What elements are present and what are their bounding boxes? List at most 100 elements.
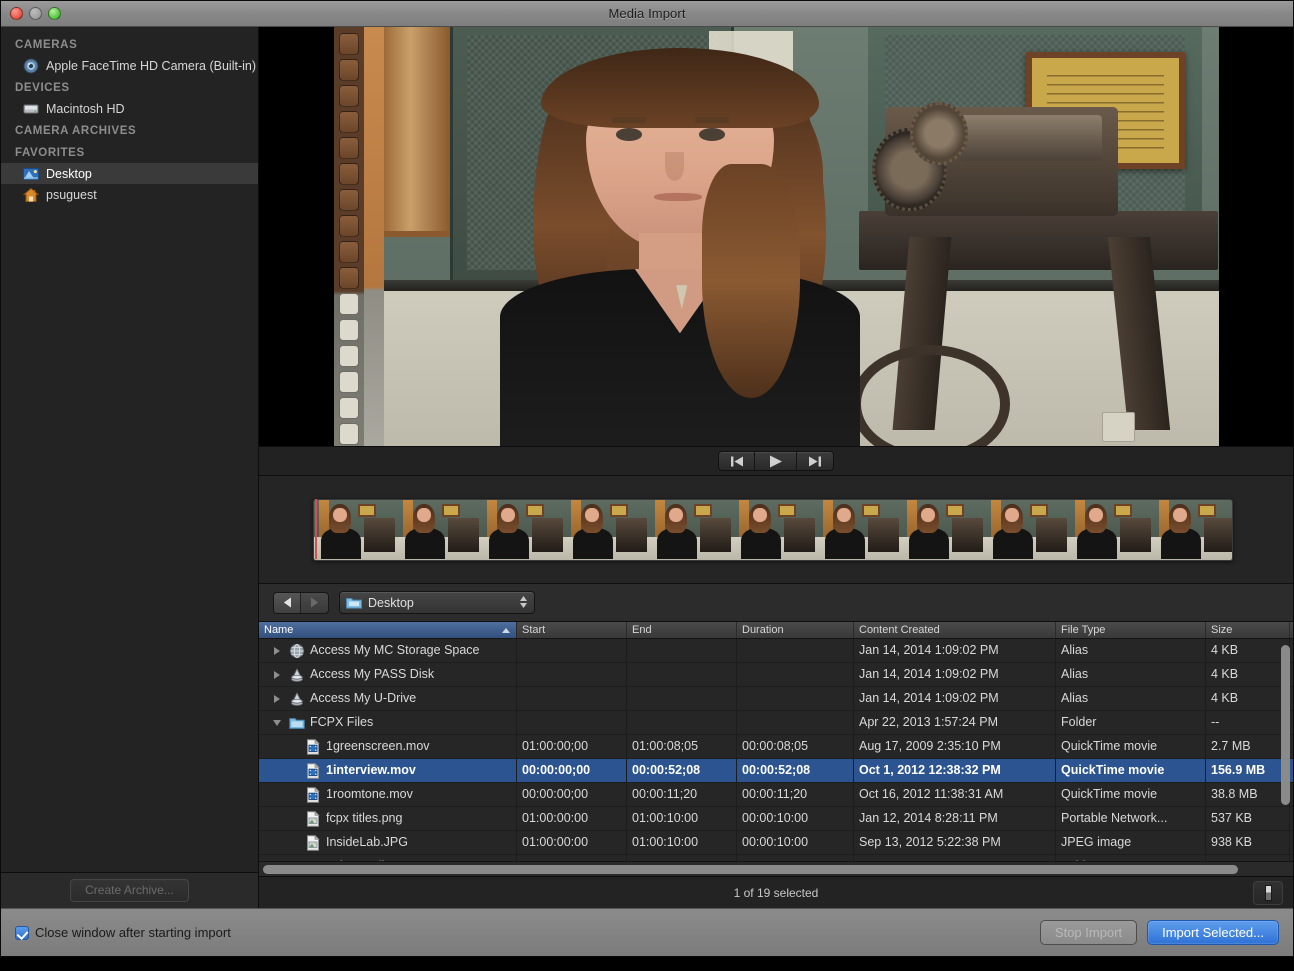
filmstrip-thumbnail[interactable] <box>1154 499 1232 560</box>
column-header-start[interactable]: Start <box>517 622 627 638</box>
filmstrip-thumbnail[interactable] <box>986 499 1070 560</box>
cell-size: 537 KB <box>1206 806 1290 831</box>
content-area: Desktop Name Start End Duration Content Crea… <box>259 27 1293 908</box>
column-header-name[interactable]: Name <box>259 622 517 638</box>
column-header-created[interactable]: Content Created <box>854 622 1056 638</box>
image-file-icon <box>307 834 320 851</box>
film-sprocket-hole <box>338 423 359 445</box>
sidebar-section-header: DEVICES <box>15 82 70 94</box>
chevron-left-icon <box>283 597 291 608</box>
video-preview[interactable] <box>259 27 1293 446</box>
folder-popup-button[interactable]: Desktop <box>339 591 535 614</box>
title-bar: Media Import <box>1 1 1293 27</box>
film-sprocket-hole <box>338 319 359 341</box>
column-header-label: Duration <box>742 624 784 636</box>
sidebar-item-apple-facetime-hd-camera-built-in[interactable]: Apple FaceTime HD Camera (Built-in) <box>1 55 258 76</box>
cell-name: 1greenscreen.mov <box>259 734 517 759</box>
sidebar-item-macintosh-hd[interactable]: Macintosh HD <box>1 98 258 119</box>
column-header-label: Content Created <box>859 624 940 636</box>
cell-start: 01:00:00;00 <box>517 734 627 759</box>
go-to-end-button[interactable] <box>797 452 833 470</box>
cell-start <box>517 854 627 861</box>
sidebar-section-header: FAVORITES <box>15 147 85 159</box>
column-header-end[interactable]: End <box>627 622 737 638</box>
stop-import-button[interactable]: Stop Import <box>1039 920 1138 945</box>
go-to-start-button[interactable] <box>719 452 755 470</box>
window-footer: Close window after starting import Stop … <box>1 908 1293 956</box>
filmstrip-thumbnail[interactable] <box>902 499 986 560</box>
thumbnail-size-control[interactable] <box>1253 881 1283 905</box>
table-row[interactable]: 1greenscreen.mov 01:00:00;00 01:00:08;05 00… <box>259 734 1293 759</box>
cell-end <box>627 639 737 663</box>
column-header-size[interactable]: Size <box>1206 622 1290 638</box>
chevron-right-icon <box>311 597 319 608</box>
filmstrip-thumbnail[interactable] <box>1070 499 1154 560</box>
filmstrip-thumbnail[interactable] <box>734 499 818 560</box>
cell-start: 01:00:00:00 <box>517 806 627 831</box>
column-header-type[interactable]: File Type <box>1056 622 1206 638</box>
cell-duration: 00:00:11;20 <box>737 782 854 807</box>
table-row[interactable]: 1interview.mov 00:00:00;00 00:00:52;08 00:0… <box>259 758 1293 783</box>
cell-start: 01:00:00:00 <box>517 830 627 855</box>
filmstrip-thumbnail[interactable] <box>566 499 650 560</box>
column-header-duration[interactable]: Duration <box>737 622 854 638</box>
zoom-window-button[interactable] <box>48 7 61 20</box>
filmstrip-thumbnail[interactable] <box>650 499 734 560</box>
table-header: Name Start End Duration Content Created File … <box>259 622 1293 639</box>
table-row[interactable]: FCPX Files Apr 22, 2013 1:57:24 PM Folder -… <box>259 710 1293 735</box>
table-row[interactable]: InsideLab.JPG 01:00:00:00 01:00:10:00 00:00… <box>259 830 1293 855</box>
window-body: CAMERAS Apple FaceTime HD Camera (Built-i… <box>1 27 1293 908</box>
sidebar-item-label: Desktop <box>46 166 92 181</box>
back-button[interactable] <box>274 592 301 613</box>
table-body-scroll[interactable]: Access My MC Storage Space Jan 14, 2014 1… <box>259 639 1293 861</box>
folder-icon <box>346 598 362 609</box>
forward-button[interactable] <box>301 593 328 613</box>
sidebar-item-psuguest[interactable]: psuguest <box>1 184 258 205</box>
window-controls <box>10 7 61 20</box>
clip-filmstrip-area[interactable] <box>259 476 1293 584</box>
disclosure-triangle-icon[interactable] <box>270 670 284 679</box>
cell-created: Jan 14, 2014 1:09:02 PM <box>854 662 1056 687</box>
selection-status: 1 of 19 selected <box>733 885 819 900</box>
cell-end: 01:00:08;05 <box>627 734 737 759</box>
table-row[interactable]: fcpx titles.png 01:00:00:00 01:00:10:00 00:… <box>259 806 1293 831</box>
play-button[interactable] <box>755 452 797 470</box>
cell-end <box>627 710 737 735</box>
close-window-checkbox-group[interactable]: Close window after starting import <box>15 925 231 940</box>
table-row[interactable]: 1roomtone.mov 00:00:00;00 00:00:11;20 00:00… <box>259 782 1293 807</box>
horizontal-scrollbar[interactable] <box>259 861 1293 876</box>
cell-start: 00:00:00;00 <box>517 782 627 807</box>
filmstrip-thumbnail[interactable] <box>398 499 482 560</box>
file-name-label: 1greenscreen.mov <box>326 739 430 753</box>
horizontal-scrollbar-thumb[interactable] <box>263 864 1238 874</box>
movie-file-icon <box>307 762 320 779</box>
file-name-label: Access My PASS Disk <box>310 667 435 681</box>
filmstrip-playhead[interactable] <box>315 499 317 559</box>
preview-image <box>383 27 1219 446</box>
disclosure-triangle-icon[interactable] <box>270 719 284 726</box>
cell-type: QuickTime movie <box>1056 758 1206 783</box>
clip-filmstrip[interactable] <box>313 498 1233 561</box>
cell-type: Alias <box>1056 639 1206 663</box>
cell-type: Alias <box>1056 686 1206 711</box>
cell-end: 01:00:10:00 <box>627 830 737 855</box>
filmstrip-thumbnail[interactable] <box>314 499 398 560</box>
filmstrip-thumbnail[interactable] <box>818 499 902 560</box>
table-row[interactable]: Access My MC Storage Space Jan 14, 2014 1… <box>259 639 1293 663</box>
filmstrip-thumbnail[interactable] <box>482 499 566 560</box>
disclosure-triangle-icon[interactable] <box>270 694 284 703</box>
table-row[interactable]: Access My U-Drive Jan 14, 2014 1:09:02 PM… <box>259 686 1293 711</box>
vertical-scrollbar-thumb[interactable] <box>1281 645 1290 805</box>
hard-drive-icon <box>23 104 39 113</box>
close-window-button[interactable] <box>10 7 23 20</box>
table-row[interactable]: Access My PASS Disk Jan 14, 2014 1:09:02 … <box>259 662 1293 687</box>
close-window-checkbox[interactable] <box>15 925 29 940</box>
minimize-window-button[interactable] <box>29 7 42 20</box>
sidebar-item-desktop[interactable]: Desktop <box>1 163 258 184</box>
disclosure-triangle-icon[interactable] <box>270 646 284 655</box>
column-header-label: File Type <box>1061 624 1106 636</box>
import-selected-button[interactable]: Import Selected... <box>1147 920 1279 945</box>
desktop-icon <box>23 167 39 180</box>
create-archive-button[interactable]: Create Archive... <box>70 879 189 902</box>
table-row[interactable]: Lab B-Roll Apr 22, 2013 1:57:24 PMFolder-… <box>259 854 1293 861</box>
